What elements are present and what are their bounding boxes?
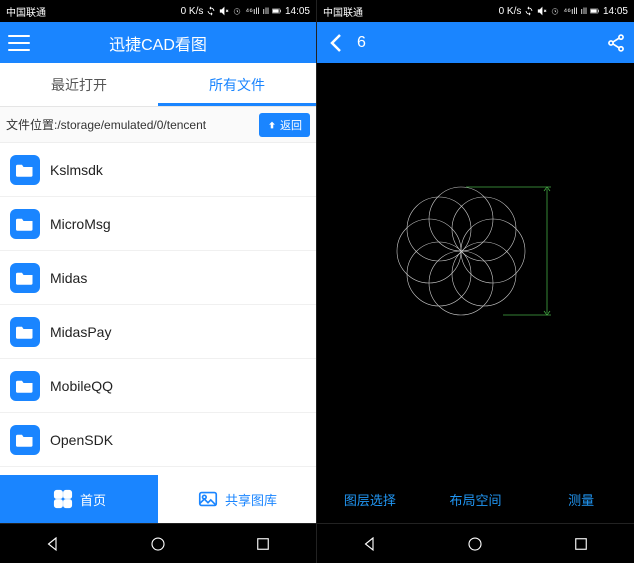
app-title: 迅捷CAD看图 xyxy=(109,31,207,55)
tab-recent[interactable]: 最近打开 xyxy=(0,63,158,106)
viewer-title: 6 xyxy=(357,34,366,52)
viewer-toolbar: 图层选择 布局空间 测量 xyxy=(317,475,634,523)
list-item[interactable]: OpenSDK xyxy=(0,413,316,467)
file-name: MobileQQ xyxy=(50,378,113,394)
grid-icon xyxy=(52,488,74,510)
list-item[interactable]: MidasPay xyxy=(0,305,316,359)
up-arrow-icon xyxy=(267,120,277,130)
status-bar: 中国联通 0 K/s ⁴⁶ıll ıll 14:05 xyxy=(317,0,634,22)
folder-icon xyxy=(10,263,40,293)
folder-icon xyxy=(10,209,40,239)
tab-gallery[interactable]: 共享图库 xyxy=(158,475,316,523)
folder-icon xyxy=(10,317,40,347)
file-name: MidasPay xyxy=(50,324,111,340)
tab-home[interactable]: 首页 xyxy=(0,475,158,523)
menu-button[interactable] xyxy=(8,35,30,51)
alarm-icon xyxy=(232,6,242,16)
list-item[interactable]: Midas xyxy=(0,251,316,305)
file-list[interactable]: Kslmsdk MicroMsg Midas MidasPay MobileQQ Open… xyxy=(0,143,316,475)
path-bar: 文件位置:/storage/emulated/0/tencent 返回 xyxy=(0,107,316,143)
right-screen: 中国联通 0 K/s ⁴⁶ıll ıll 14:05 6 xyxy=(317,0,634,563)
cad-drawing xyxy=(371,161,581,341)
nav-back[interactable] xyxy=(37,528,69,560)
status-bar: 中国联通 0 K/s ⁴⁶ıll ıll 14:05 xyxy=(0,0,316,22)
path-text: 文件位置:/storage/emulated/0/tencent xyxy=(6,116,259,133)
file-name: MicroMsg xyxy=(50,216,111,232)
nav-back[interactable] xyxy=(354,528,386,560)
app-header: 迅捷CAD看图 xyxy=(0,22,316,63)
list-item[interactable]: MobileQQ xyxy=(0,359,316,413)
tool-layout[interactable]: 布局空间 xyxy=(423,475,529,523)
folder-icon xyxy=(10,371,40,401)
mute-icon xyxy=(219,6,229,16)
file-name: Kslmsdk xyxy=(50,162,103,178)
time-label: 14:05 xyxy=(603,6,628,17)
left-screen: 中国联通 0 K/s ⁴⁶ıll ıll 14:05 迅捷CAD看图 最近打开 … xyxy=(0,0,317,563)
bottom-nav: 首页 共享图库 xyxy=(0,475,316,523)
carrier-label: 中国联通 xyxy=(6,4,46,19)
nav-home[interactable] xyxy=(142,528,174,560)
list-item[interactable]: Kslmsdk xyxy=(0,143,316,197)
battery-icon xyxy=(590,6,600,16)
file-name: OpenSDK xyxy=(50,432,113,448)
viewer-header: 6 xyxy=(317,22,634,63)
cad-canvas[interactable] xyxy=(317,63,634,475)
share-button[interactable] xyxy=(606,33,626,53)
back-button[interactable] xyxy=(325,31,349,55)
tab-all-files[interactable]: 所有文件 xyxy=(158,63,316,106)
carrier-label: 中国联通 xyxy=(323,4,363,19)
time-label: 14:05 xyxy=(285,6,310,17)
sync-icon xyxy=(524,6,534,16)
folder-icon xyxy=(10,155,40,185)
battery-icon xyxy=(272,6,282,16)
alarm-icon xyxy=(550,6,560,16)
gallery-icon xyxy=(197,488,219,510)
speed-label: 0 K/s xyxy=(181,6,204,17)
path-back-button[interactable]: 返回 xyxy=(259,113,310,137)
tool-measure[interactable]: 测量 xyxy=(528,475,634,523)
file-tabs: 最近打开 所有文件 xyxy=(0,63,316,107)
file-name: Midas xyxy=(50,270,87,286)
system-navbar xyxy=(0,523,316,563)
system-navbar xyxy=(317,523,634,563)
mute-icon xyxy=(537,6,547,16)
sync-icon xyxy=(206,6,216,16)
nav-recent[interactable] xyxy=(565,528,597,560)
nav-home[interactable] xyxy=(459,528,491,560)
speed-label: 0 K/s xyxy=(499,6,522,17)
nav-recent[interactable] xyxy=(247,528,279,560)
list-item[interactable]: MicroMsg xyxy=(0,197,316,251)
folder-icon xyxy=(10,425,40,455)
tool-layer[interactable]: 图层选择 xyxy=(317,475,423,523)
